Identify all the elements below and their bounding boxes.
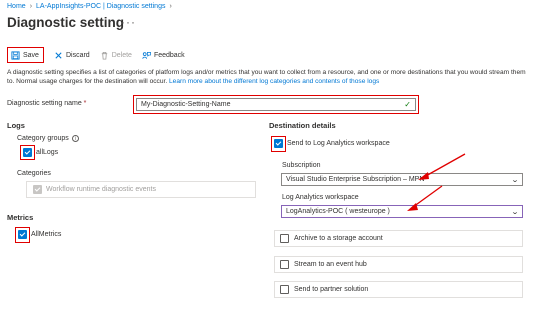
chevron-right-icon: ›	[169, 3, 172, 10]
learn-more-link[interactable]: Learn more about the different log categ…	[169, 78, 379, 85]
logs-heading: Logs	[7, 121, 25, 130]
subscription-label: Subscription	[282, 162, 321, 169]
partner-label: Send to partner solution	[294, 286, 369, 293]
feedback-icon	[142, 51, 151, 59]
all-logs-option[interactable]: allLogs	[23, 148, 58, 157]
setting-name-label: Diagnostic setting name *	[7, 100, 86, 107]
discard-label: Discard	[65, 51, 90, 59]
category-groups-label-text: Category groups	[17, 135, 69, 142]
breadcrumb: Home › LA-AppInsights-POC | Diagnostic s…	[7, 3, 172, 10]
description-text: A diagnostic setting specifies a list of…	[7, 69, 529, 86]
info-icon[interactable]: i	[71, 135, 79, 142]
feedback-button[interactable]: Feedback	[142, 48, 185, 62]
subscription-value: Visual Studio Enterprise Subscription – …	[286, 176, 425, 183]
destination-heading: Destination details	[269, 121, 336, 130]
archive-checkbox[interactable]	[280, 234, 289, 243]
workspace-label: Log Analytics workspace	[282, 194, 359, 201]
workflow-label: Workflow runtime diagnostic events	[46, 186, 156, 193]
event-hub-option[interactable]: Stream to an event hub	[274, 256, 523, 273]
categories-label: Categories	[17, 170, 51, 177]
all-metrics-label: AllMetrics	[31, 231, 62, 238]
event-hub-label: Stream to an event hub	[294, 261, 367, 268]
all-logs-label: allLogs	[36, 149, 59, 156]
category-groups-label: Category groups i	[17, 135, 79, 142]
command-bar: Save Discard Delete Feedback	[7, 46, 185, 64]
close-icon	[55, 51, 62, 59]
all-metrics-checkbox[interactable]	[18, 230, 27, 239]
all-logs-checkbox[interactable]	[23, 148, 32, 157]
feedback-label: Feedback	[153, 51, 185, 59]
setting-name-input[interactable]: My-Diagnostic-Setting-Name ✓	[136, 98, 416, 111]
delete-label: Delete	[111, 51, 132, 59]
setting-name-value: My-Diagnostic-Setting-Name	[141, 101, 231, 108]
breadcrumb-home-link[interactable]: Home	[7, 3, 26, 10]
send-to-la-option[interactable]: Send to Log Analytics workspace	[274, 139, 390, 148]
workflow-category-option: Workflow runtime diagnostic events	[26, 181, 256, 198]
save-button[interactable]: Save	[7, 47, 44, 63]
required-marker: *	[83, 100, 87, 107]
more-options-icon[interactable]: ···	[121, 15, 136, 29]
annotation-arrow-workspace	[407, 185, 443, 211]
chevron-down-icon: ⌄	[510, 176, 520, 184]
event-hub-checkbox[interactable]	[280, 260, 289, 269]
breadcrumb-diagnostic-settings-link[interactable]: LA-AppInsights-POC | Diagnostic settings	[36, 3, 165, 10]
chevron-down-icon: ⌄	[510, 208, 520, 216]
archive-option[interactable]: Archive to a storage account	[274, 230, 523, 247]
delete-button[interactable]: Delete	[100, 48, 132, 62]
partner-checkbox[interactable]	[280, 285, 289, 294]
discard-button[interactable]: Discard	[54, 48, 90, 62]
checkmark-icon: ✓	[404, 100, 411, 109]
metrics-heading: Metrics	[7, 213, 34, 222]
save-label: Save	[23, 51, 39, 59]
workflow-checkbox	[33, 185, 42, 194]
workspace-value: LogAnalytics-POC ( westeurope )	[286, 208, 390, 215]
setting-name-input-highlight: My-Diagnostic-Setting-Name ✓	[133, 95, 419, 114]
send-to-la-label: Send to Log Analytics workspace	[287, 140, 390, 147]
send-to-la-checkbox[interactable]	[274, 139, 283, 148]
chevron-right-icon: ›	[29, 3, 33, 10]
page-title: Diagnostic setting	[7, 15, 125, 30]
trash-icon	[101, 51, 107, 60]
partner-option[interactable]: Send to partner solution	[274, 281, 523, 298]
all-metrics-option[interactable]: AllMetrics	[18, 230, 61, 239]
save-icon	[11, 50, 20, 60]
setting-name-label-text: Diagnostic setting name	[7, 100, 82, 107]
archive-label: Archive to a storage account	[294, 235, 383, 242]
